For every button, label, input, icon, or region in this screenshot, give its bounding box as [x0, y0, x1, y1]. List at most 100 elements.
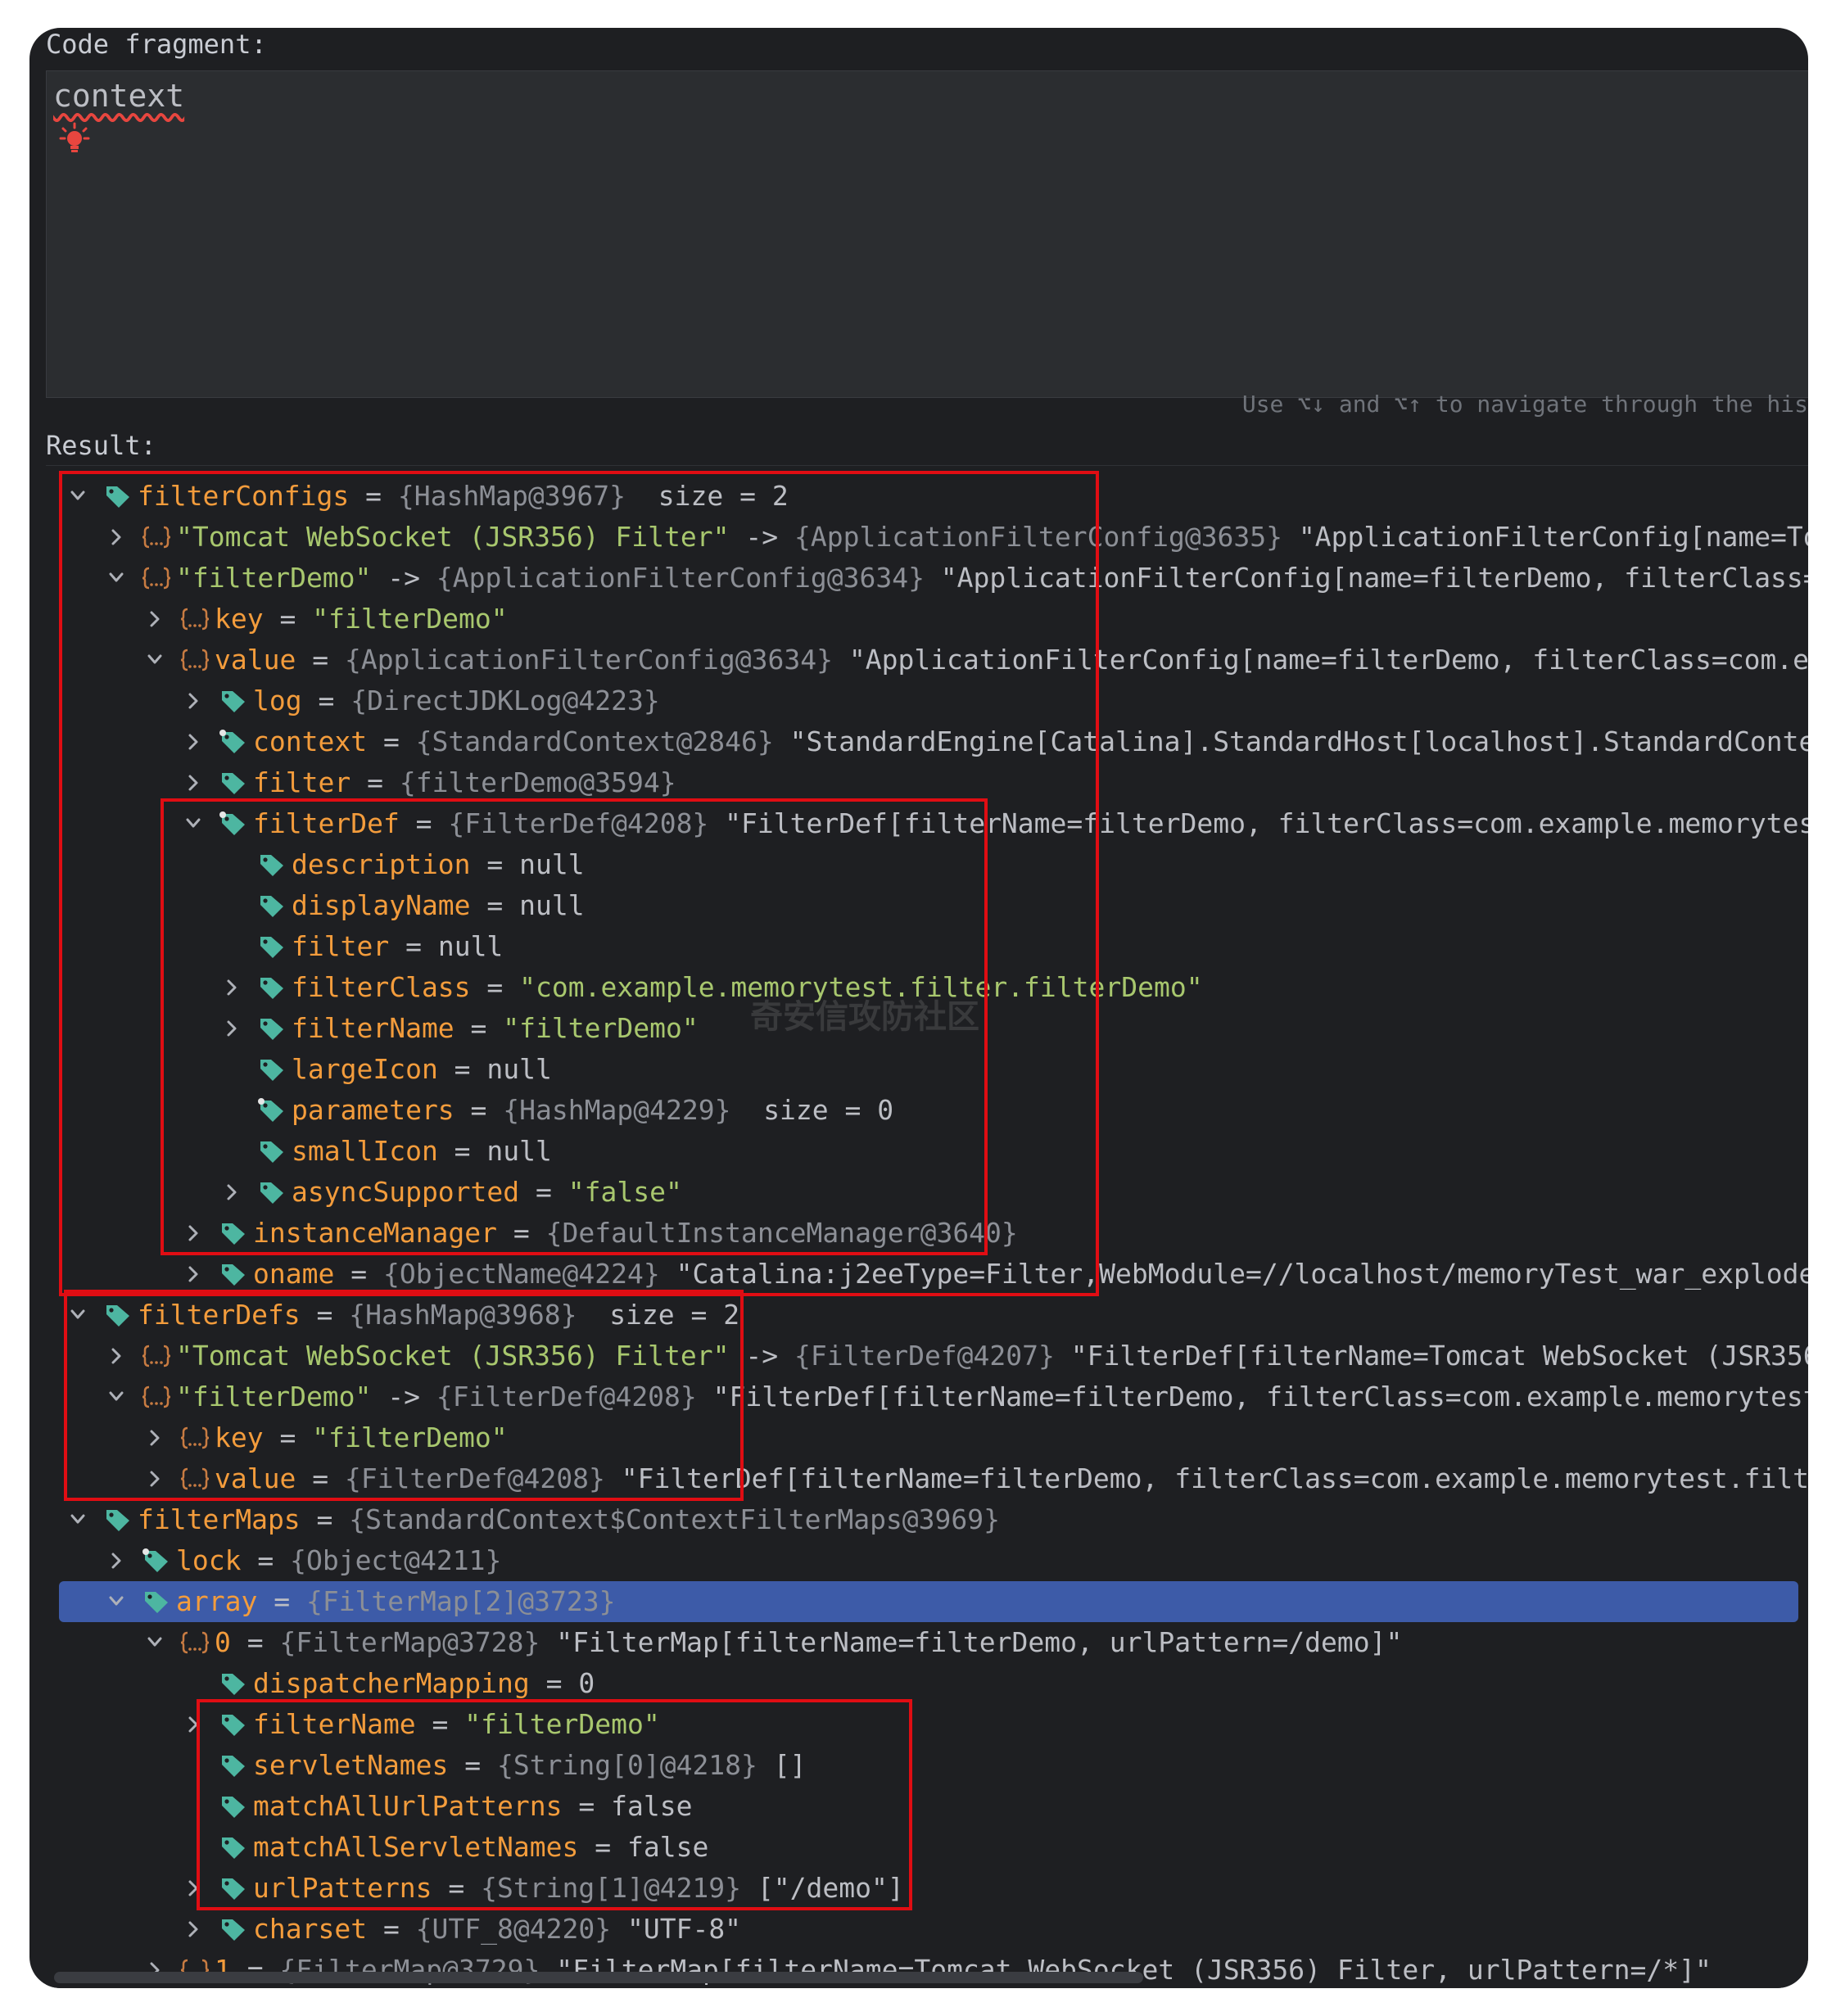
- row-value: "filterDemo": [464, 1708, 660, 1740]
- field-tag-icon: [222, 691, 245, 712]
- tree-row[interactable]: value = {FilterDef@4208} "FilterDef[filt…: [46, 1458, 1808, 1499]
- tree-row[interactable]: largeIcon = null: [46, 1049, 1808, 1090]
- row-eq: =: [300, 1299, 350, 1331]
- tree-row-text: "Tomcat WebSocket (JSR356) Filter" -> {A…: [176, 517, 1808, 558]
- row-type: {HashMap@3968}: [349, 1299, 577, 1331]
- tree-row[interactable]: parameters = {HashMap@4229} size = 0: [46, 1090, 1808, 1131]
- tree-row[interactable]: filterConfigs = {HashMap@3967} size = 2: [46, 476, 1808, 517]
- code-fragment-editor[interactable]: context: [46, 70, 1808, 398]
- row-eq: =: [470, 889, 520, 921]
- tree-row-text: filter = null: [292, 926, 503, 967]
- chevron-right-icon[interactable]: [142, 1458, 167, 1499]
- row-eq: =: [263, 1422, 313, 1453]
- tree-row[interactable]: "Tomcat WebSocket (JSR356) Filter" -> {F…: [46, 1336, 1808, 1376]
- tree-row[interactable]: filterDef = {FilterDef@4208} "FilterDef[…: [46, 803, 1808, 844]
- tree-row[interactable]: displayName = null: [46, 885, 1808, 926]
- tree-row[interactable]: filter = {filterDemo@3594}: [46, 762, 1808, 803]
- horizontal-scrollbar[interactable]: [54, 1972, 1143, 1983]
- chevron-down-icon[interactable]: [66, 1499, 90, 1540]
- chevron-right-icon[interactable]: [181, 1868, 206, 1909]
- tree-row[interactable]: lock = {Object@4211}: [46, 1540, 1808, 1581]
- chevron-right-icon[interactable]: [181, 680, 206, 721]
- tree-row[interactable]: urlPatterns = {String[1]@4219} ["/demo"]: [46, 1868, 1808, 1909]
- chevron-right-icon[interactable]: [104, 1540, 129, 1581]
- chevron-down-icon[interactable]: [142, 1622, 167, 1663]
- tree-row[interactable]: oname = {ObjectName@4224} "Catalina:j2ee…: [46, 1254, 1808, 1295]
- tree-row[interactable]: servletNames = {String[0]@4218} []: [46, 1745, 1808, 1786]
- tree-row[interactable]: "filterDemo" -> {FilterDef@4208} "Filter…: [46, 1376, 1808, 1417]
- tree-row[interactable]: value = {ApplicationFilterConfig@3634} "…: [46, 640, 1808, 680]
- row-name: oname: [253, 1258, 335, 1290]
- row-eq: =: [350, 766, 400, 798]
- chevron-right-icon[interactable]: [181, 762, 206, 803]
- row-eq: =: [448, 1749, 498, 1781]
- tree-row[interactable]: filterDefs = {HashMap@3968} size = 2: [46, 1295, 1808, 1336]
- tree-row[interactable]: matchAllServletNames = false: [46, 1827, 1808, 1868]
- tree-row[interactable]: "Tomcat WebSocket (JSR356) Filter" -> {A…: [46, 517, 1808, 558]
- result-tree[interactable]: filterConfigs = {HashMap@3967} size = 2 "…: [46, 465, 1808, 1988]
- tree-row[interactable]: charset = {UTF_8@4220} "UTF-8": [46, 1909, 1808, 1950]
- chevron-down-icon[interactable]: [66, 476, 90, 517]
- chevron-right-icon[interactable]: [181, 1213, 206, 1254]
- chevron-right-icon[interactable]: [219, 1172, 244, 1213]
- tree-row[interactable]: 0 = {FilterMap@3728} "FilterMap[filterNa…: [46, 1622, 1808, 1663]
- chevron-right-icon[interactable]: [219, 1008, 244, 1049]
- chevron-right-icon[interactable]: [181, 721, 206, 762]
- row-name: filterDefs: [138, 1299, 301, 1331]
- tree-row[interactable]: key = "filterDemo": [46, 1417, 1808, 1458]
- chevron-down-icon[interactable]: [104, 1376, 129, 1417]
- chevron-down-icon[interactable]: [104, 1581, 129, 1622]
- chevron-right-icon[interactable]: [219, 967, 244, 1008]
- row-eq: =: [437, 1135, 487, 1167]
- row-name: filterClass: [292, 971, 471, 1003]
- row-rest: "ApplicationFilterConfig[name=filterDemo…: [848, 644, 1808, 676]
- tree-row[interactable]: filter = null: [46, 926, 1808, 967]
- tree-row[interactable]: matchAllUrlPatterns = false: [46, 1786, 1808, 1827]
- tree-row[interactable]: instanceManager = {DefaultInstanceManage…: [46, 1213, 1808, 1254]
- map-entry-icon: [180, 1467, 210, 1490]
- chevron-down-icon[interactable]: [104, 558, 129, 599]
- chevron-right-icon[interactable]: [181, 1254, 206, 1295]
- field-tag-icon: [222, 1223, 245, 1245]
- chevron-down-icon[interactable]: [181, 803, 206, 844]
- row-name: dispatcherMapping: [253, 1667, 530, 1699]
- tree-row[interactable]: description = null: [46, 844, 1808, 885]
- tree-row[interactable]: key = "filterDemo": [46, 599, 1808, 640]
- tree-row[interactable]: asyncSupported = "false": [46, 1172, 1808, 1213]
- row-type: {StandardContext$ContextFilterMaps@3969}: [349, 1503, 1001, 1535]
- tree-row[interactable]: "filterDemo" -> {ApplicationFilterConfig…: [46, 558, 1808, 599]
- tree-row[interactable]: smallIcon = null: [46, 1131, 1808, 1172]
- field-tag-icon: [222, 1264, 245, 1286]
- row-rest: "ApplicationFilterConfig[name=Tomca: [1298, 521, 1808, 553]
- row-type: {FilterDef@4208}: [344, 1462, 605, 1494]
- code-fragment-text[interactable]: context: [53, 71, 184, 120]
- map-entry-icon: [142, 1385, 171, 1408]
- row-name: matchAllServletNames: [253, 1831, 579, 1863]
- field-tag-icon: [222, 1715, 245, 1736]
- row-name: matchAllUrlPatterns: [253, 1790, 563, 1822]
- row-type: {String[1]@4219}: [481, 1872, 742, 1904]
- tree-row[interactable]: filterMaps = {StandardContext$ContextFil…: [46, 1499, 1808, 1540]
- chevron-down-icon[interactable]: [142, 640, 167, 680]
- chevron-right-icon[interactable]: [181, 1704, 206, 1745]
- chevron-right-icon[interactable]: [181, 1909, 206, 1950]
- row-name: servletNames: [253, 1749, 449, 1781]
- chevron-right-icon[interactable]: [104, 1336, 129, 1376]
- lightbulb-icon[interactable]: [58, 122, 91, 155]
- tree-row-text: array = {FilterMap[2]@3723}: [176, 1581, 615, 1622]
- chevron-right-icon[interactable]: [142, 1417, 167, 1458]
- row-value: null: [519, 889, 585, 921]
- row-name: charset: [253, 1913, 368, 1945]
- row-eq: =: [415, 1708, 465, 1740]
- tree-row[interactable]: dispatcherMapping = 0: [46, 1663, 1808, 1704]
- row-type: {FilterDef@4207}: [794, 1340, 1055, 1372]
- tree-row-text: dispatcherMapping = 0: [253, 1663, 595, 1704]
- chevron-right-icon[interactable]: [142, 599, 167, 640]
- tree-row[interactable]: log = {DirectJDKLog@4223}: [46, 680, 1808, 721]
- tree-row[interactable]: array = {FilterMap[2]@3723}: [59, 1581, 1798, 1622]
- tree-row[interactable]: filterName = "filterDemo": [46, 1704, 1808, 1745]
- chevron-right-icon[interactable]: [104, 517, 129, 558]
- tree-row-text: oname = {ObjectName@4224} "Catalina:j2ee…: [253, 1254, 1808, 1295]
- chevron-down-icon[interactable]: [66, 1295, 90, 1336]
- tree-row[interactable]: context = {StandardContext@2846} "Standa…: [46, 721, 1808, 762]
